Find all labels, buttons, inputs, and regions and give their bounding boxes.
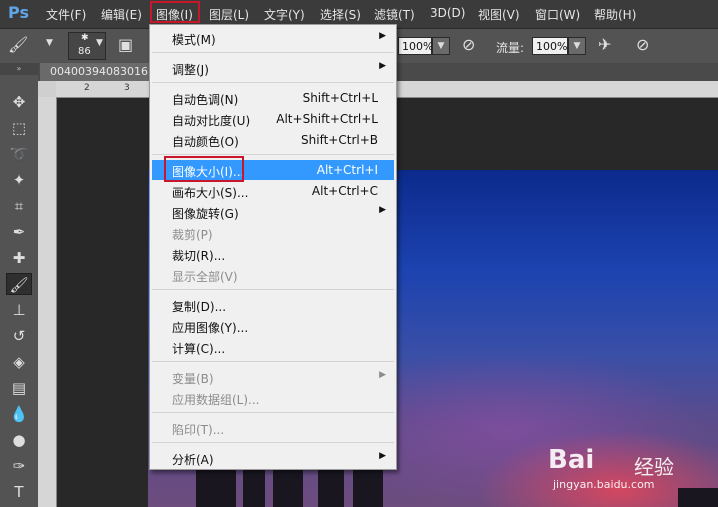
blur-tool-icon[interactable]: 💧 [6, 403, 32, 425]
menu-separator [152, 289, 394, 290]
menu-3d[interactable]: 3D(D) [430, 6, 465, 20]
menu-separator [152, 154, 394, 155]
menu-separator [152, 361, 394, 362]
submenu-arrow-icon: ▶ [379, 370, 386, 380]
chevron-down-icon[interactable]: ▼ [46, 38, 53, 48]
menu-separator [152, 412, 394, 413]
photoshop-logo: Ps [8, 3, 29, 22]
menu-item-trim[interactable]: 裁切(R)... [152, 244, 394, 264]
flow-dropdown[interactable]: ▼ [568, 37, 586, 55]
image-menu-dropdown: 模式(M) ▶ 调整(J) ▶ 自动色调(N) Shift+Ctrl+L 自动对… [149, 24, 397, 470]
menu-item-apply-data-set: 应用数据组(L)... [172, 393, 260, 407]
menu-item-mode[interactable]: 模式(M) ▶ [152, 28, 394, 48]
watermark-logo: Bai [548, 445, 595, 475]
tools-panel: » ✥ ⬚ ➰ ✦ ⌗ ✒ ✚ 🖌 ⊥ ↺ ◈ ▤ 💧 ● ✑ T [0, 63, 39, 507]
menu-item-apply-image[interactable]: 应用图像(Y)... [152, 316, 394, 336]
submenu-arrow-icon: ▶ [379, 31, 386, 41]
menu-select[interactable]: 选择(S) [320, 6, 361, 23]
ruler-corner [38, 81, 56, 97]
flow-input[interactable]: 100% [532, 37, 568, 55]
pressure-size-icon[interactable]: ⊘ [636, 35, 649, 54]
ruler-tick-label: 2 [84, 83, 90, 93]
building-silhouette [196, 470, 236, 507]
menu-item-calculations[interactable]: 计算(C)... [152, 337, 394, 357]
annotation-highlight-box [164, 156, 244, 182]
menu-item-variables: 变量(B) ▶ [172, 370, 386, 386]
menu-item-trap: 陷印(T)... [172, 423, 225, 437]
watermark-url: jingyan.baidu.com [553, 478, 655, 491]
menu-type[interactable]: 文字(Y) [264, 6, 305, 23]
type-tool-icon[interactable]: T [6, 481, 32, 503]
menu-file[interactable]: 文件(F) [46, 6, 86, 23]
menu-edit[interactable]: 编辑(E) [101, 6, 142, 23]
brush-tool-icon[interactable]: 🖌 [8, 35, 28, 54]
opacity-input[interactable]: 100% [398, 37, 433, 55]
building-silhouette [353, 470, 383, 507]
menu-item-auto-contrast[interactable]: 自动对比度(U) Alt+Shift+Ctrl+L [152, 109, 394, 129]
menu-item-auto-tone[interactable]: 自动色调(N) Shift+Ctrl+L [152, 88, 394, 108]
menu-item-canvas-size[interactable]: 画布大小(S)... Alt+Ctrl+C [152, 181, 394, 201]
document-tab[interactable]: 00400394083016 [40, 63, 150, 81]
submenu-arrow-icon: ▶ [379, 61, 386, 71]
crop-tool-icon[interactable]: ⌗ [6, 195, 32, 217]
brush-tool-icon[interactable]: 🖌 [6, 273, 32, 295]
ruler-tick-label: 3 [124, 83, 130, 93]
menu-separator [152, 442, 394, 443]
menu-view[interactable]: 视图(V) [478, 6, 520, 23]
history-brush-tool-icon[interactable]: ↺ [6, 325, 32, 347]
menu-layer[interactable]: 图层(L) [209, 6, 249, 23]
submenu-arrow-icon: ▶ [379, 205, 386, 215]
pressure-opacity-icon[interactable]: ⊘ [462, 35, 475, 54]
opacity-dropdown[interactable]: ▼ [432, 37, 450, 55]
menu-item-reveal-all: 显示全部(V) [172, 270, 238, 284]
lasso-tool-icon[interactable]: ➰ [6, 143, 32, 165]
eyedropper-tool-icon[interactable]: ✒ [6, 221, 32, 243]
healing-brush-tool-icon[interactable]: ✚ [6, 247, 32, 269]
menu-separator [152, 82, 394, 83]
panel-collapse-icon[interactable]: » [0, 63, 38, 75]
menu-item-auto-color[interactable]: 自动颜色(O) Shift+Ctrl+B [152, 130, 394, 150]
menu-item-image-rotation[interactable]: 图像旋转(G) ▶ [152, 202, 394, 222]
stamp-tool-icon[interactable]: ⊥ [6, 299, 32, 321]
watermark-brand: 经验 [634, 455, 674, 479]
annotation-highlight-box [150, 1, 200, 23]
pen-tool-icon[interactable]: ✑ [6, 455, 32, 477]
marquee-tool-icon[interactable]: ⬚ [6, 117, 32, 139]
menu-separator [152, 52, 394, 53]
submenu-arrow-icon: ▶ [379, 451, 386, 461]
building-silhouette [678, 488, 718, 507]
airbrush-icon[interactable]: ✈ [598, 35, 611, 54]
chevron-down-icon[interactable]: ▼ [96, 38, 103, 48]
menu-item-duplicate[interactable]: 复制(D)... [152, 295, 394, 315]
move-tool-icon[interactable]: ✥ [6, 91, 32, 113]
menu-item-adjustments[interactable]: 调整(J) ▶ [152, 58, 394, 78]
menu-help[interactable]: 帮助(H) [594, 6, 636, 23]
eraser-tool-icon[interactable]: ◈ [6, 351, 32, 373]
menu-filter[interactable]: 滤镜(T) [374, 6, 415, 23]
magic-wand-tool-icon[interactable]: ✦ [6, 169, 32, 191]
dodge-tool-icon[interactable]: ● [6, 429, 32, 451]
menu-window[interactable]: 窗口(W) [535, 6, 580, 23]
menu-item-crop: 裁剪(P) [172, 228, 213, 242]
flow-label: 流量: [496, 41, 525, 55]
brush-panel-icon[interactable]: ▣ [118, 35, 133, 54]
gradient-tool-icon[interactable]: ▤ [6, 377, 32, 399]
brush-tip-icon: ✱ [81, 33, 89, 43]
vertical-ruler[interactable] [38, 97, 57, 507]
menu-item-analysis[interactable]: 分析(A) ▶ [152, 448, 394, 468]
brush-size-value: 86 [78, 46, 91, 57]
